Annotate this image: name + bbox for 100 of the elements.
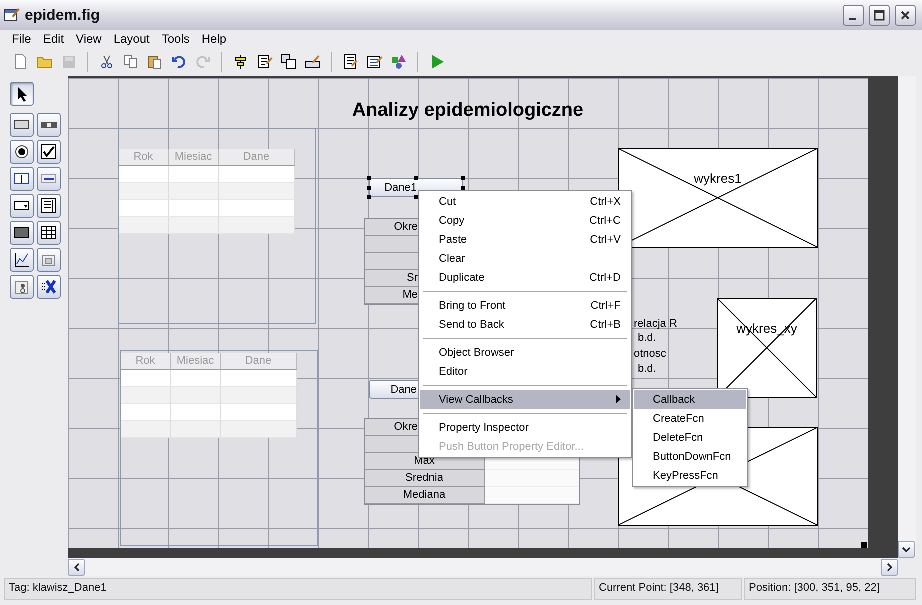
shapes-icon: [390, 54, 406, 70]
menu-item[interactable]: Send to Back Ctrl+B: [420, 315, 630, 334]
selection-handle[interactable]: [367, 186, 371, 190]
static-text: b.d.: [638, 363, 656, 375]
table-cell: [171, 421, 221, 438]
table-cell: [121, 421, 171, 438]
scroll-down-button[interactable]: [898, 541, 915, 558]
edit-field-icon: [14, 171, 30, 187]
table-cell: [171, 404, 221, 421]
static-text: b.d.: [638, 332, 656, 344]
scroll-right-button[interactable]: [881, 558, 898, 576]
selection-handle[interactable]: [461, 186, 465, 190]
menu-item[interactable]: File: [6, 32, 38, 46]
menu-item[interactable]: Layout: [108, 32, 156, 46]
close-icon: [900, 10, 911, 20]
table-cell: [119, 200, 169, 217]
table-cell: [169, 183, 219, 200]
menu-item[interactable]: DeleteFcn: [634, 428, 746, 447]
menu-item[interactable]: Edit: [37, 32, 70, 46]
table-cell: [119, 217, 169, 234]
list-pencil-icon: [366, 54, 382, 70]
selection-handle[interactable]: [367, 195, 371, 199]
undo-icon: [170, 54, 186, 70]
menu-item[interactable]: View: [70, 32, 108, 46]
status-position: Position: [300, 351, 95, 22]: [744, 578, 916, 600]
row-label: Srednia: [365, 470, 485, 487]
heading-text: Analizy epidemiologiczne: [351, 100, 585, 122]
table-cell: [169, 217, 219, 234]
button-group-icon: [14, 279, 30, 295]
palette-tool[interactable]: [10, 167, 34, 191]
numbered-boxes-icon: [280, 54, 296, 70]
menu-item[interactable]: Clear: [420, 249, 630, 268]
static-text: relacja R: [634, 318, 678, 330]
menu-item[interactable]: Editor: [420, 362, 630, 381]
submenu-arrow-icon: [616, 395, 621, 404]
window-title: epidem.fig: [25, 6, 102, 24]
chart-icon: [14, 252, 30, 268]
status-current-point: Current Point: [348, 361]: [594, 578, 742, 600]
maximize-icon: [874, 10, 885, 20]
checkbox-icon: [41, 144, 57, 160]
palette-tool[interactable]: [37, 140, 61, 164]
column-header: Rok: [119, 149, 169, 166]
menu-item[interactable]: View Callbacks: [420, 390, 630, 409]
palette-tool[interactable]: [37, 221, 61, 245]
document-pencil-icon: [256, 54, 272, 70]
selection-handle[interactable]: [461, 176, 465, 180]
scissors-icon: [98, 54, 114, 70]
status-tag: Tag: klawisz_Dane1: [4, 578, 592, 600]
close-button[interactable]: [895, 4, 916, 26]
menu-item[interactable]: Object Browser: [420, 343, 630, 362]
palette-tool[interactable]: [37, 113, 61, 137]
column-header: Rok: [121, 353, 171, 370]
column-header: Dane: [219, 149, 295, 166]
column-header: Miesiac: [171, 353, 221, 370]
resize-handle[interactable]: [861, 542, 867, 548]
clipboard-icon: [146, 54, 162, 70]
palette-tool[interactable]: [10, 140, 34, 164]
column-header: Miesiac: [169, 149, 219, 166]
toolbar-pencil-icon: [304, 54, 320, 70]
table-cell: [121, 370, 171, 387]
palette-tool[interactable]: [37, 275, 61, 299]
table-cell: [169, 166, 219, 183]
palette-tool[interactable]: [37, 167, 61, 191]
menu-item[interactable]: ButtonDownFcn: [634, 447, 746, 466]
listbox-icon: [41, 198, 57, 214]
menu-item[interactable]: CreateFcn: [634, 409, 746, 428]
palette-tool[interactable]: [10, 194, 34, 218]
align-icon: [232, 54, 248, 70]
table-cell: [119, 166, 169, 183]
vertical-scrollbar[interactable]: [898, 76, 916, 558]
menu-item[interactable]: KeyPressFcn: [634, 466, 746, 485]
row-label: Mediana: [365, 487, 485, 504]
scroll-left-button[interactable]: [68, 558, 85, 576]
toggle-button-icon: [14, 225, 30, 241]
table-icon: [41, 225, 57, 241]
figure-window-icon: [4, 7, 20, 23]
horizontal-scrollbar[interactable]: [68, 558, 898, 576]
palette-tool[interactable]: [10, 82, 34, 106]
column-header: Dane: [221, 353, 297, 370]
menu-item[interactable]: Help: [196, 32, 233, 46]
menu-item[interactable]: Callback: [634, 390, 746, 409]
activex-icon: [41, 279, 57, 295]
palette-tool[interactable]: [10, 113, 34, 137]
table-cell: [121, 387, 171, 404]
selection-handle[interactable]: [367, 176, 371, 180]
table-cell: [171, 387, 221, 404]
minimize-icon: [848, 18, 856, 20]
palette-tool[interactable]: [37, 194, 61, 218]
menu-item[interactable]: Tools: [156, 32, 196, 46]
document-pencil-icon: [342, 54, 358, 70]
palette-tool[interactable]: [10, 275, 34, 299]
palette-tool[interactable]: [10, 221, 34, 245]
palette-tool[interactable]: [10, 248, 34, 272]
minimize-button[interactable]: [843, 4, 864, 26]
new-file-icon: [12, 54, 28, 70]
maximize-button[interactable]: [869, 4, 890, 26]
radio-icon: [14, 144, 30, 160]
selection-handle[interactable]: [414, 195, 418, 199]
redo-icon: [194, 54, 210, 70]
selection-handle[interactable]: [414, 176, 418, 180]
